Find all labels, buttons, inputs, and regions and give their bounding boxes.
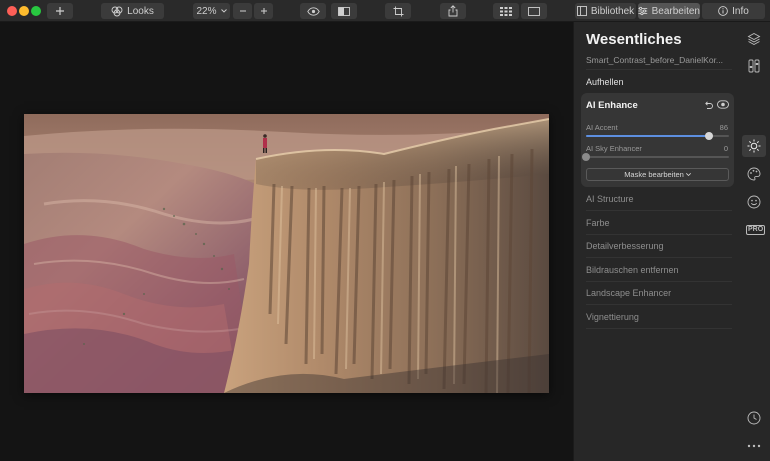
crop-button[interactable]: [385, 3, 411, 19]
section-bildrauschen-entfernen[interactable]: Bildrauschen entfernen: [586, 265, 679, 275]
looks-circles-icon: [111, 6, 123, 16]
edit-mask-button[interactable]: Maske bearbeiten: [586, 168, 729, 181]
info-tab[interactable]: Info: [702, 3, 765, 19]
share-export-button[interactable]: [440, 3, 466, 19]
sun-icon[interactable]: [742, 135, 766, 157]
chevron-down-icon: [220, 9, 227, 13]
edit-tab[interactable]: Bearbeiten: [638, 3, 700, 19]
window-zoom-button[interactable]: [31, 6, 41, 16]
crop-icon: [393, 6, 403, 16]
divider: [586, 281, 732, 282]
slider-label-ai-sky-enhancer: AI Sky Enhancer: [586, 144, 642, 153]
grid-icon: [500, 6, 512, 16]
single-view-button[interactable]: [521, 3, 547, 19]
library-icon: [576, 6, 587, 16]
zoom-value: 22%: [196, 5, 217, 17]
share-icon: [448, 5, 458, 17]
edit-mask-label: Maske bearbeiten: [624, 170, 684, 179]
panel-title: Wesentliches: [586, 31, 682, 48]
divider: [586, 210, 732, 211]
divider: [586, 234, 732, 235]
image-canvas[interactable]: [0, 22, 573, 461]
single-view-icon: [528, 6, 540, 16]
section-ai-structure[interactable]: AI Structure: [586, 194, 634, 204]
smiley-icon[interactable]: [745, 193, 763, 211]
file-name: Smart_Contrast_before_DanielKor...: [586, 55, 724, 65]
plus-icon: [260, 8, 267, 14]
slider-knob[interactable]: [704, 132, 713, 140]
ai-accent-slider[interactable]: [586, 132, 729, 140]
looks-label: Looks: [127, 5, 154, 17]
ai-enhance-title: AI Enhance: [586, 100, 638, 111]
info-label: Info: [732, 5, 749, 17]
divider: [586, 257, 732, 258]
slider-value-ai-accent: 86: [719, 123, 728, 132]
slider-fill: [586, 135, 709, 137]
section-aufhellen[interactable]: Aufhellen: [586, 77, 624, 87]
window-minimize-button[interactable]: [19, 6, 29, 16]
window-close-button[interactable]: [7, 6, 17, 16]
plus-icon: [56, 7, 64, 15]
landscape-photo: [24, 114, 549, 393]
info-icon: [718, 6, 729, 16]
sliders-panel-icon[interactable]: [745, 57, 763, 75]
library-tab[interactable]: Bibliothek: [575, 3, 636, 19]
slider-value-ai-sky-enhancer: 0: [723, 144, 728, 153]
top-toolbar: Looks 22% Bibliothek Bearbeiten Info: [0, 0, 770, 22]
section-farbe[interactable]: Farbe: [586, 218, 610, 228]
ai-sky-enhancer-slider[interactable]: [582, 153, 729, 161]
zoom-select[interactable]: 22%: [193, 3, 230, 19]
compare-split-icon: [338, 6, 350, 16]
eye-icon: [306, 6, 320, 16]
divider: [586, 304, 732, 305]
ai-enhance-card: AI Enhance AI Accent 86 AI Sky Enhancer …: [581, 93, 734, 187]
edit-label: Bearbeiten: [651, 5, 700, 17]
slider-knob[interactable]: [582, 153, 590, 161]
photo-preview[interactable]: [24, 114, 549, 393]
chevron-down-icon: [685, 173, 691, 176]
compare-split-button[interactable]: [331, 3, 357, 19]
tool-icon-bar: PRO: [738, 22, 770, 461]
library-label: Bibliothek: [590, 5, 635, 17]
zoom-in-button[interactable]: [254, 3, 273, 19]
section-vignettierung[interactable]: Vignettierung: [586, 312, 639, 322]
add-button[interactable]: [47, 3, 73, 19]
section-detailverbesserung[interactable]: Detailverbesserung: [586, 241, 664, 251]
preview-original-button[interactable]: [300, 3, 326, 19]
more-dots-icon[interactable]: [745, 437, 763, 455]
minus-icon: [239, 10, 246, 12]
palette-icon[interactable]: [745, 165, 763, 183]
looks-button[interactable]: Looks: [101, 3, 164, 19]
layers-icon[interactable]: [745, 30, 763, 48]
section-landscape-enhancer[interactable]: Landscape Enhancer: [586, 288, 671, 298]
undo-icon[interactable]: [704, 100, 713, 109]
adjust-sliders-icon: [638, 6, 648, 16]
history-clock-icon[interactable]: [745, 409, 763, 427]
divider: [586, 69, 732, 70]
visibility-eye-icon[interactable]: [717, 100, 729, 109]
divider: [586, 328, 732, 329]
grid-view-button[interactable]: [493, 3, 519, 19]
edit-panel: Wesentliches Smart_Contrast_before_Danie…: [573, 22, 738, 461]
pro-icon[interactable]: PRO: [746, 225, 766, 235]
slider-label-ai-accent: AI Accent: [586, 123, 618, 132]
zoom-out-button[interactable]: [233, 3, 252, 19]
